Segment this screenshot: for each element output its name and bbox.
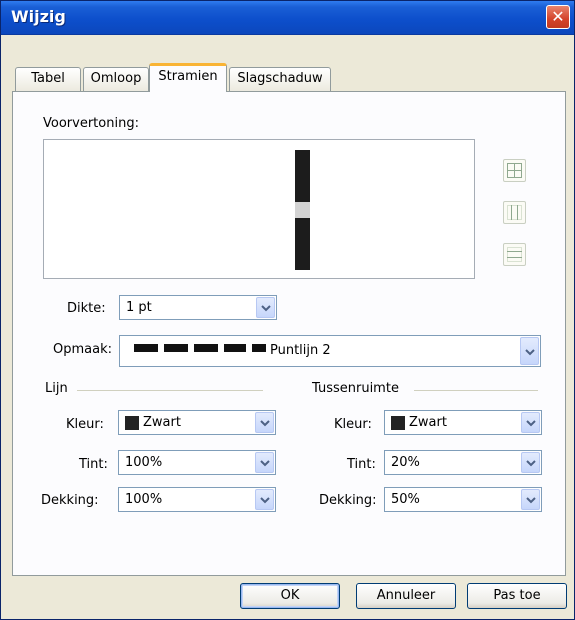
tussenruimte-dekking-dropdown-button[interactable] xyxy=(521,489,540,510)
chevron-down-icon xyxy=(526,420,536,427)
tussenruimte-tint-dropdown-button[interactable] xyxy=(521,452,540,473)
grid-vertical-button[interactable] xyxy=(503,201,526,224)
tussenruimte-divider xyxy=(414,390,538,391)
window-title: Wijzig xyxy=(11,7,66,26)
tussenruimte-tint-value: 20% xyxy=(391,455,420,470)
dikte-label: Dikte: xyxy=(67,301,106,316)
lijn-kleur-dropdown-button[interactable] xyxy=(255,412,274,433)
grid-all-icon xyxy=(507,163,522,178)
lijn-dekking-select[interactable]: 100% xyxy=(118,487,276,512)
dash-segment xyxy=(224,344,246,352)
tussenruimte-dekking-select[interactable]: 50% xyxy=(384,487,542,512)
grid-horizontal-icon xyxy=(507,247,522,262)
dash-segment xyxy=(252,344,266,352)
dikte-value: 1 pt xyxy=(126,300,152,315)
lijn-kleur-value: Zwart xyxy=(143,415,181,430)
chevron-down-icon xyxy=(260,460,270,467)
chevron-down-icon xyxy=(526,497,536,504)
tab-slagschaduw[interactable]: Slagschaduw xyxy=(229,67,331,91)
lijn-heading: Lijn xyxy=(45,381,68,396)
tab-label: Slagschaduw xyxy=(237,71,323,86)
lijn-dekking-label: Dekking: xyxy=(41,493,99,508)
opmaak-value: Puntlijn 2 xyxy=(270,343,331,358)
tussenruimte-tint-label: Tint: xyxy=(347,457,376,472)
close-icon: ✕ xyxy=(551,7,565,26)
tussenruimte-kleur-label: Kleur: xyxy=(334,417,372,432)
chevron-down-icon xyxy=(260,497,270,504)
opmaak-label: Opmaak: xyxy=(53,342,112,357)
color-swatch xyxy=(391,416,405,430)
tab-label: Tabel xyxy=(31,71,65,86)
opmaak-dropdown-button[interactable] xyxy=(520,337,539,365)
lijn-tint-select[interactable]: 100% xyxy=(118,450,276,475)
tussenruimte-kleur-select[interactable]: Zwart xyxy=(384,410,542,435)
tussenruimte-dekking-label: Dekking: xyxy=(319,493,377,508)
dikte-dropdown-button[interactable] xyxy=(256,297,275,318)
lijn-divider xyxy=(77,390,263,391)
color-swatch xyxy=(125,416,139,430)
chevron-down-icon xyxy=(526,460,536,467)
tab-label: Stramien xyxy=(158,69,218,84)
lijn-kleur-select[interactable]: Zwart xyxy=(118,410,276,435)
dash-segment xyxy=(194,344,218,352)
chevron-down-icon xyxy=(260,420,270,427)
chevron-down-icon xyxy=(525,349,535,356)
lijn-tint-dropdown-button[interactable] xyxy=(255,452,274,473)
preview-label: Voorvertoning: xyxy=(43,116,139,131)
preview-line-segment xyxy=(295,218,310,270)
preview-line-segment xyxy=(295,150,310,202)
tussenruimte-tint-select[interactable]: 20% xyxy=(384,450,542,475)
tussenruimte-heading: Tussenruimte xyxy=(312,381,399,396)
grid-vertical-icon xyxy=(507,205,522,220)
dash-segment xyxy=(164,344,188,352)
tussenruimte-dekking-value: 50% xyxy=(391,492,420,507)
grid-horizontal-button[interactable] xyxy=(503,243,526,266)
grid-all-button[interactable] xyxy=(503,159,526,182)
ok-button[interactable]: OK xyxy=(240,583,340,609)
tab-omloop[interactable]: Omloop xyxy=(83,67,149,91)
preview-area xyxy=(43,139,475,279)
tab-tabel[interactable]: Tabel xyxy=(15,67,81,91)
wijzig-dialog: Wijzig ✕ Tabel Omloop Stramien Slagschad… xyxy=(0,0,575,620)
tussenruimte-kleur-dropdown-button[interactable] xyxy=(521,412,540,433)
lijn-tint-label: Tint: xyxy=(79,457,108,472)
lijn-tint-value: 100% xyxy=(125,455,163,470)
title-bar[interactable]: Wijzig ✕ xyxy=(1,1,574,35)
tussenruimte-kleur-value: Zwart xyxy=(409,415,447,430)
tab-stramien[interactable]: Stramien xyxy=(149,63,227,92)
tab-label: Omloop xyxy=(90,71,142,86)
close-button[interactable]: ✕ xyxy=(546,5,570,29)
opmaak-select[interactable]: Puntlijn 2 xyxy=(119,335,541,367)
dash-segment xyxy=(134,344,158,352)
dikte-select[interactable]: 1 pt xyxy=(119,295,277,320)
lijn-kleur-label: Kleur: xyxy=(66,417,104,432)
chevron-down-icon xyxy=(261,305,271,312)
lijn-dekking-dropdown-button[interactable] xyxy=(255,489,274,510)
lijn-dekking-value: 100% xyxy=(125,492,163,507)
preview-gap-segment xyxy=(295,202,310,218)
pas-toe-button[interactable]: Pas toe xyxy=(467,583,567,609)
annuleer-button[interactable]: Annuleer xyxy=(356,583,456,609)
